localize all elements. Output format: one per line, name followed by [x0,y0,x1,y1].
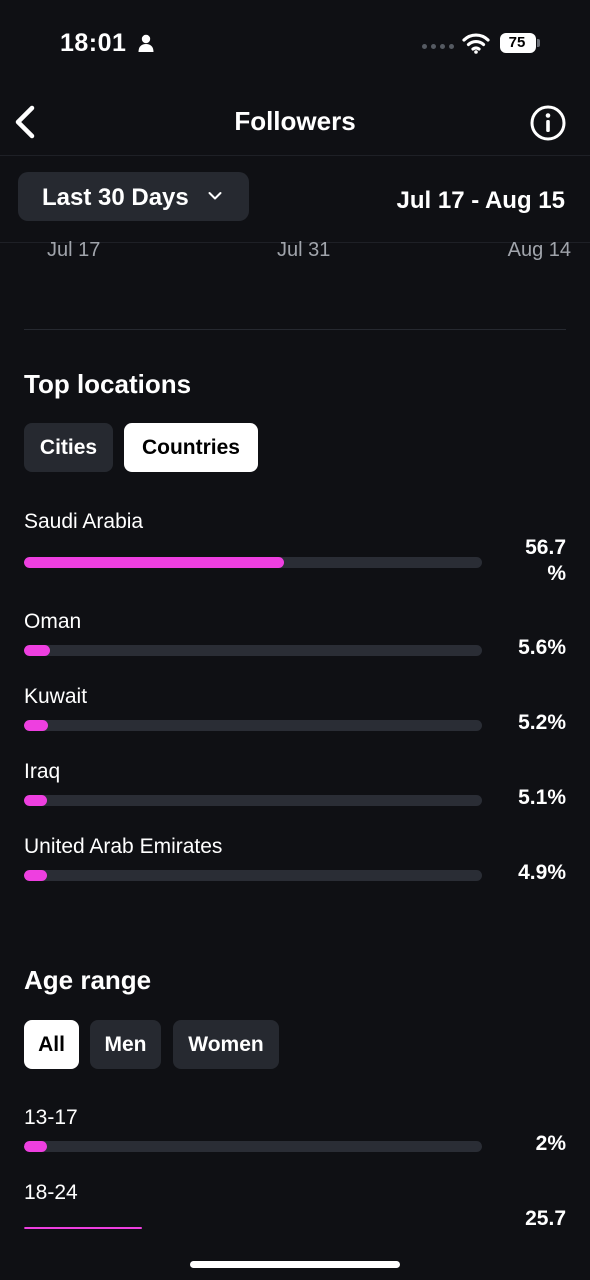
location-bar-fill [24,720,48,731]
top-locations-title: Top locations [24,369,192,399]
period-dropdown[interactable]: Last 30 Days [18,172,249,221]
age-range-title: Age range [24,965,152,995]
location-value: 56.7 % [525,536,566,585]
location-value: 5.6% [518,636,566,659]
age-bar [24,1141,482,1152]
period-label: Last 30 Days [42,184,189,211]
age-bar-fill [24,1141,47,1152]
location-bar [24,720,482,731]
location-label: Saudi Arabia [24,510,144,533]
location-label: Kuwait [24,685,88,708]
signal-icon [422,44,454,52]
tab-all[interactable]: All [24,1020,79,1069]
age-bar [24,1227,482,1229]
location-bar-fill [24,795,48,806]
tab-countries[interactable]: Countries [124,423,258,472]
page-title: Followers [234,106,356,136]
location-label: Oman [24,610,82,633]
section-divider [24,329,566,330]
location-bar-fill [24,557,284,568]
filter-row: Last 30 Days Jul 17 - Aug 15 [0,156,590,243]
location-bar-fill [24,870,47,881]
age-label: 18-24 [24,1181,78,1204]
tab-cities[interactable]: Cities [24,423,113,472]
location-bar [24,645,482,656]
status-bar: 18:01 75 [0,0,590,90]
nav-bar: Followers [0,90,590,156]
battery-level: 75 [508,34,526,51]
location-bar-fill [24,645,50,656]
axis-label-start: Jul 17 [47,239,101,261]
location-label: Iraq [24,760,61,783]
location-value: 4.9% [518,861,566,884]
age-bar-fill [24,1227,142,1229]
chevron-down-icon [208,192,222,200]
date-range: Jul 17 - Aug 15 [396,187,566,214]
tab-women[interactable]: Women [173,1020,279,1069]
location-value: 5.2% [518,711,566,734]
home-indicator [190,1261,400,1268]
battery-icon: 75 [500,33,540,53]
age-label: 13-17 [24,1106,78,1129]
age-value: 2% [535,1132,566,1155]
wifi-icon [462,33,490,54]
tab-men[interactable]: Men [90,1020,161,1069]
location-bar [24,795,482,806]
location-value: 5.1% [518,786,566,809]
age-value: 25.7 [525,1207,566,1230]
info-icon[interactable] [529,104,567,142]
axis-label-end: Aug 14 [507,239,571,261]
axis-label-middle: Jul 31 [277,239,331,261]
status-time: 18:01 [60,29,127,57]
location-label: United Arab Emirates [24,835,223,858]
person-icon [138,34,154,52]
location-bar [24,557,482,568]
location-bar [24,870,482,881]
